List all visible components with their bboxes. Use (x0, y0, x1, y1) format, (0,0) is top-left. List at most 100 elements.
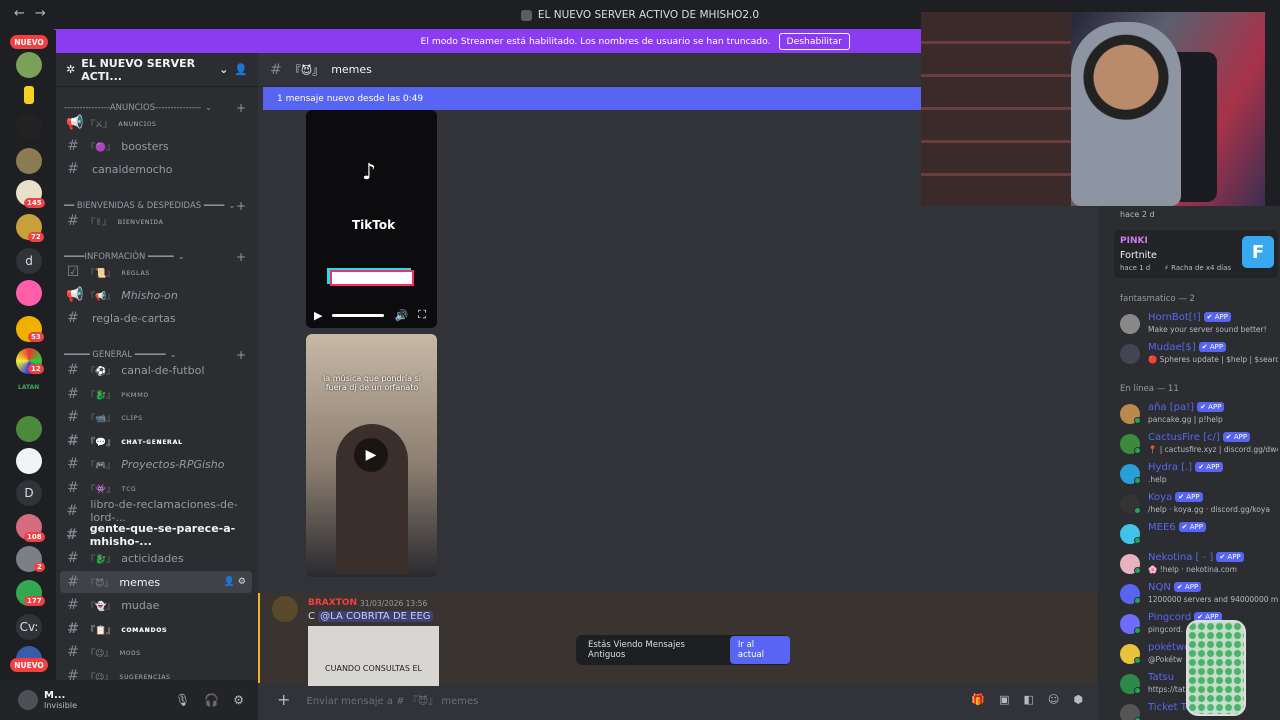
member-item[interactable]: CactusFire [c/] ✔ APP 📍 | cactusfire.xyz |… (1120, 430, 1278, 458)
channel-item[interactable]: # 『💬』 ᴄʜᴀᴛ-ɢᴇɴᴇʀᴀʟ (60, 430, 252, 452)
gif-icon[interactable]: ▣ (999, 693, 1009, 706)
member-name: Mudae[$] (1148, 342, 1196, 353)
app-badge: ✔ APP (1173, 582, 1202, 592)
channel-item[interactable]: # 『😈』 memes 👤 ⚙ (60, 571, 252, 593)
server-letter-d[interactable]: d (16, 248, 42, 274)
channel-item[interactable]: # 『👻』 mudae (60, 594, 252, 616)
channel-item[interactable]: # 『🟣』 boosters (60, 135, 252, 157)
microphone-icon[interactable]: 🎙 (175, 693, 190, 707)
channel-item[interactable]: # 『✌』 ʙɪᴇɴᴠᴇɴɪᴅᴀ (60, 210, 252, 232)
server-icon-13[interactable] (16, 448, 42, 474)
member-item[interactable]: Mudae[$] ✔ APP 🔴 Spheres update | $help | … (1120, 340, 1278, 368)
mention-badge: 108 (24, 532, 45, 542)
channel-emoji: 『🐉』 (86, 390, 116, 401)
video-caption: la música que pondría si fuera dj de un … (323, 374, 421, 392)
channel-item[interactable]: # regla-de-cartas (60, 307, 252, 329)
member-item[interactable]: Koya ✔ APP/help · koya.gg · discord.gg/ko… (1120, 490, 1278, 518)
tiktok-logo: TikTok (352, 218, 396, 232)
member-name: Hydra [.] (1148, 462, 1193, 473)
settings-gear-icon[interactable]: ⚙ (233, 693, 244, 707)
play-button-icon[interactable]: ▶ (354, 438, 388, 472)
tiktok-video-embed[interactable]: ♪ TikTok ▶ 🔊 ⛶ (306, 110, 437, 328)
channel-item[interactable]: # 『📋』 ᴄᴏᴍᴀɴᴅᴏs (60, 618, 252, 640)
channel-item[interactable]: # 『📹』 ᴄʟɪᴘs (60, 406, 252, 428)
author-avatar[interactable] (272, 596, 298, 622)
latam-server[interactable]: LATAN (18, 384, 39, 391)
channel-settings-icon[interactable]: 👤 ⚙ (224, 577, 246, 587)
forward-arrow-icon[interactable]: → (35, 6, 46, 21)
online-status-dot (1134, 507, 1141, 514)
channel-name: ᴄʜᴀᴛ-ɢᴇɴᴇʀᴀʟ (121, 436, 183, 446)
invite-user-icon[interactable]: 👤 (234, 63, 248, 76)
avatar[interactable] (18, 690, 38, 710)
gift-icon[interactable]: 🎁 (971, 693, 985, 706)
server-icon-1[interactable] (16, 52, 42, 78)
channel-item[interactable]: # gente-que-se-parece-a-mhisho-... (60, 522, 252, 548)
channel-type-icon: 📢 (66, 287, 84, 303)
new-badge-top: NUEVO (10, 35, 48, 49)
channel-name: ᴘᴋᴍᴍᴏ (121, 389, 149, 399)
server-letter-D[interactable]: D (16, 480, 42, 506)
channel-item[interactable]: # 『😉』 ᴍᴏᴅs (60, 641, 252, 663)
channel-item[interactable]: # 『🐉』 ᴘᴋᴍᴍᴏ (60, 383, 252, 405)
channel-item[interactable]: # 『🐉』 acticidades (60, 547, 252, 569)
new-badge-bottom: NUEVO (10, 658, 48, 672)
volume-icon[interactable]: 🔊 (394, 309, 408, 322)
chevron-down-icon: ⌄ (219, 63, 229, 76)
channel-item[interactable]: ☑ 『📜』 ʀᴇɢʟᴀs (60, 261, 252, 283)
member-name-row: Nekotina [ - ] ✔ APP (1148, 552, 1244, 563)
message-author[interactable]: BRAXTON (308, 598, 357, 608)
server-icon-4[interactable] (16, 148, 42, 174)
headphones-icon[interactable]: 🎧 (204, 693, 219, 707)
app-badge: ✔ APP (1197, 402, 1225, 412)
member-item[interactable]: aña [pa!] ✔ APP pancake.gg | p!help (1120, 400, 1278, 428)
streamer-mode-banner: El modo Streamer está habilitado. Los no… (54, 29, 924, 53)
avatar (1120, 314, 1140, 334)
back-arrow-icon[interactable]: ← (14, 6, 25, 21)
server-icon-3[interactable] (16, 114, 42, 140)
attach-plus-icon[interactable]: + (277, 690, 290, 709)
jump-to-present-button[interactable]: Ir al actual (729, 636, 790, 664)
member-item[interactable]: HornBot[!] ✔ APP Make your server sound be… (1120, 310, 1278, 338)
user-panel: M... Invisible 🎙 🎧 ⚙ (0, 680, 258, 720)
emoji-icon[interactable]: ☺ (1048, 693, 1059, 706)
member-item[interactable]: MEE6 ✔ APP (1120, 520, 1278, 548)
member-status-text: Make your server sound better! (1148, 325, 1267, 334)
channel-type-icon: # (67, 386, 79, 402)
member-item[interactable]: Nekotina [ - ] ✔ APP 🌸 !help · nekotina.co… (1120, 550, 1278, 578)
member-item[interactable]: NQN ✔ APP 1200000 servers and 94000000 mer (1120, 580, 1278, 608)
mention-badge: 2 (34, 562, 45, 572)
message-composer[interactable]: + Enviar mensaje a # 『😈』 memes 🎁 ▣ ◧ ☺ ⬢ (263, 683, 1093, 715)
server-icon-8[interactable] (16, 280, 42, 306)
online-status-dot (1134, 447, 1141, 454)
server-header[interactable]: ✲ EL NUEVO SERVER ACTI... ⌄ 👤 (56, 53, 258, 87)
video-embed[interactable]: la música que pondría si fuera dj de un … (306, 334, 437, 577)
member-name: Koya (1148, 492, 1173, 503)
activity-time: hace 2 d (1120, 210, 1155, 219)
activity-time-ago: hace 1 d (1120, 264, 1151, 272)
member-name: NQN (1148, 582, 1171, 593)
channel-item[interactable]: # libro-de-reclamaciones-de-lord-... (60, 498, 252, 524)
role-mention[interactable]: @LA COBRITA DE EEG (318, 611, 433, 622)
channel-item[interactable]: # canaldemocho (60, 158, 252, 180)
channel-item[interactable]: # 『🎮』 Proyectos-RPGisho (60, 453, 252, 475)
apps-icon[interactable]: ⬢ (1073, 693, 1083, 706)
member-item[interactable]: Hydra [.] ✔ APP .help (1120, 460, 1278, 488)
channel-title: memes (331, 63, 372, 76)
server-icon-12[interactable] (16, 416, 42, 442)
play-icon[interactable]: ▶ (314, 309, 322, 322)
channel-item[interactable]: # 『⚽』 canal-de-futbol (60, 359, 252, 381)
volume-slider[interactable] (332, 313, 385, 317)
activity-card[interactable]: PINKI Fortnite hace 1 d ⚡ Racha de x4 dí… (1114, 230, 1278, 278)
channel-item[interactable]: 📢 『📢』 Mhisho-on (60, 284, 252, 306)
sticker-icon[interactable]: ◧ (1024, 693, 1034, 706)
fullscreen-icon[interactable]: ⛶ (418, 308, 426, 322)
composer-placeholder[interactable]: Enviar mensaje a # 『😈』 memes (306, 692, 478, 707)
server-letter-cv[interactable]: Cv: (16, 614, 42, 640)
image-attachment[interactable]: CUANDO CONSULTAS EL (308, 626, 439, 686)
new-messages-bar[interactable]: 1 mensaje nuevo desde las 0:49 (263, 87, 923, 110)
disable-streamer-button[interactable]: Deshabilitar (778, 32, 850, 50)
channel-item[interactable]: # 『👾』 ᴛᴄɢ (60, 477, 252, 499)
channel-type-icon: # (66, 527, 78, 543)
channel-item[interactable]: 📢 『⚔』 ᴀɴᴜɴᴄɪᴏs (60, 112, 252, 134)
